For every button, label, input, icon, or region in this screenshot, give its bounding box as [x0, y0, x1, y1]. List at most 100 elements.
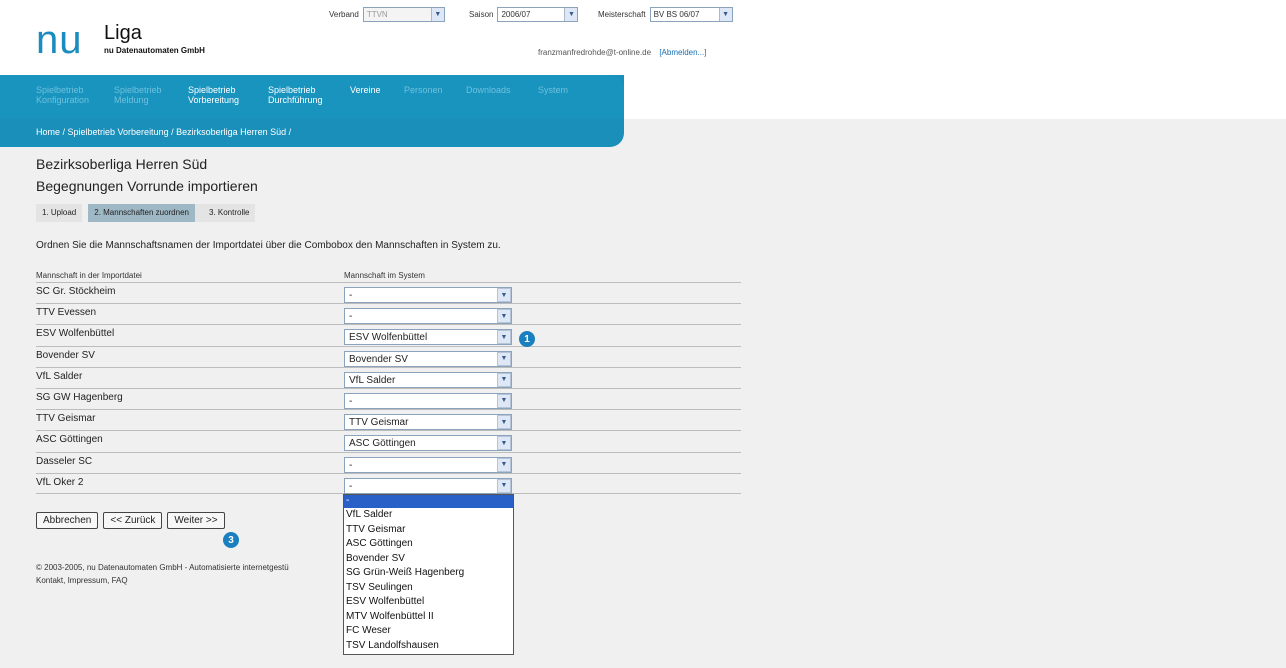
meisterschaft-label: Meisterschaft	[598, 10, 646, 19]
system-team-combobox[interactable]: Bovender SV ▼	[344, 350, 512, 367]
nav-label: Spielbetrieb	[188, 85, 236, 95]
system-team-combobox[interactable]: - ▼	[344, 308, 512, 325]
combobox-value: -	[349, 395, 353, 407]
chevron-down-icon[interactable]: ▼	[497, 372, 511, 387]
action-buttons: Abbrechen << Zurück Weiter >>	[36, 512, 225, 529]
import-team-name: SG GW Hagenberg	[36, 391, 123, 403]
saison-select[interactable]: 2006/07 ▼	[497, 7, 579, 22]
meisterschaft-value: BV BS 06/07	[653, 10, 700, 19]
mapping-table: SC Gr. Stöckheim - ▼ TTV Evessen - ▼ ESV W…	[36, 282, 741, 494]
chevron-down-icon[interactable]: ▼	[497, 288, 511, 302]
nav-label: Downloads	[466, 85, 511, 95]
instruction-text: Ordnen Sie die Mannschaftsnamen der Impo…	[36, 240, 501, 251]
table-row: VfL Oker 2 - ▼	[36, 472, 741, 494]
system-team-combobox[interactable]: - ▼	[344, 477, 512, 494]
nav-item-personen[interactable]: Personen	[404, 85, 443, 95]
combobox-value: ESV Wolfenbüttel	[349, 332, 428, 344]
chevron-down-icon[interactable]: ▼	[497, 351, 511, 366]
verband-select[interactable]: TTVN ▼	[362, 7, 445, 22]
logo-nu: nu	[36, 18, 83, 62]
system-team-combobox[interactable]: TTV Geismar ▼	[344, 414, 512, 431]
combobox-value: TTV Geismar	[349, 417, 409, 429]
dropdown-option[interactable]: MTV Wolfenbüttel II	[344, 610, 513, 625]
wizard-steps: 1. Upload 2. Mannschaften zuordnen 3. Ko…	[36, 204, 256, 222]
nav-item-vereine[interactable]: Vereine	[350, 85, 381, 95]
table-row: TTV Evessen - ▼	[36, 303, 741, 325]
step-mannschaften-zuordnen: 2. Mannschaften zuordnen	[88, 204, 204, 222]
nav-label: Durchführung	[268, 95, 323, 105]
dropdown-option[interactable]: SG Grün-Weiß Hagenberg	[344, 566, 513, 581]
nav-item-spielbetrieb-meldung[interactable]: Spielbetrieb Meldung	[114, 85, 162, 105]
system-team-combobox[interactable]: ASC Göttingen ▼	[344, 435, 512, 452]
page-title: Bezirksoberliga Herren Süd	[36, 156, 208, 172]
team-dropdown-list[interactable]: - VfL Salder TTV Geismar ASC Göttingen B…	[343, 494, 514, 655]
combobox-value: VfL Salder	[349, 374, 396, 386]
table-row: SC Gr. Stöckheim - ▼	[36, 282, 741, 303]
nav-item-spielbetrieb-konfiguration[interactable]: Spielbetrieb Konfiguration	[36, 85, 89, 105]
import-team-name: VfL Salder	[36, 370, 83, 382]
column-header-import: Mannschaft in der Importdatei	[36, 271, 142, 280]
back-button[interactable]: << Zurück	[103, 512, 163, 529]
chevron-down-icon[interactable]: ▼	[497, 436, 511, 451]
annotation-badge-1: 1	[519, 331, 535, 347]
chevron-down-icon[interactable]: ▼	[497, 415, 511, 430]
import-team-name: SC Gr. Stöckheim	[36, 286, 116, 297]
table-row: Dasseler SC - ▼	[36, 451, 741, 473]
cancel-button[interactable]: Abbrechen	[36, 512, 99, 529]
table-row: TTV Geismar TTV Geismar ▼	[36, 409, 741, 431]
dropdown-option[interactable]: -	[344, 495, 513, 508]
nav-label: Spielbetrieb	[114, 85, 162, 95]
chevron-down-icon[interactable]: ▼	[497, 330, 511, 345]
nav-label: Personen	[404, 85, 443, 95]
nav-item-downloads[interactable]: Downloads	[466, 85, 511, 95]
import-team-name: Bovender SV	[36, 349, 95, 361]
nav-item-spielbetrieb-vorbereitung[interactable]: Spielbetrieb Vorbereitung	[188, 85, 239, 105]
import-team-name: Dasseler SC	[36, 455, 93, 467]
dropdown-option[interactable]: VfL Salder	[344, 508, 513, 523]
nav-label: Konfiguration	[36, 95, 90, 105]
dropdown-option[interactable]: TTV Geismar	[344, 523, 513, 538]
verband-selector-group: Verband TTVN ▼	[329, 7, 445, 22]
system-team-combobox[interactable]: ESV Wolfenbüttel ▼	[344, 329, 512, 346]
logo-subtitle: nu Datenautomaten GmbH	[104, 46, 205, 55]
import-team-name: TTV Evessen	[36, 307, 97, 319]
table-row: ASC Göttingen ASC Göttingen ▼	[36, 430, 741, 452]
combobox-value: Bovender SV	[349, 353, 408, 365]
dropdown-option[interactable]: ESV Wolfenbüttel	[344, 595, 513, 610]
saison-selector-group: Saison 2006/07 ▼	[469, 7, 579, 22]
table-row: VfL Salder VfL Salder ▼	[36, 366, 741, 388]
dropdown-option[interactable]: ASC Göttingen	[344, 537, 513, 552]
import-team-name: ESV Wolfenbüttel	[36, 328, 115, 340]
chevron-down-icon[interactable]: ▼	[497, 309, 511, 324]
meisterschaft-select[interactable]: BV BS 06/07 ▼	[649, 7, 733, 22]
table-row: Bovender SV Bovender SV ▼	[36, 345, 741, 367]
nav-item-spielbetrieb-durchfuehrung[interactable]: Spielbetrieb Durchführung	[268, 85, 323, 105]
system-team-combobox[interactable]: - ▼	[344, 287, 512, 303]
system-team-combobox[interactable]: - ▼	[344, 456, 512, 473]
footer-links[interactable]: Kontakt, Impressum, FAQ	[36, 574, 289, 587]
nav-label: Spielbetrieb	[268, 85, 316, 95]
dropdown-option[interactable]: TSV Landolfshausen	[344, 639, 513, 654]
chevron-down-icon: ▼	[564, 8, 578, 21]
annotation-badge-3: 3	[223, 532, 239, 548]
saison-label: Saison	[469, 10, 494, 19]
dropdown-option[interactable]: FC Weser	[344, 624, 513, 639]
system-team-combobox[interactable]: VfL Salder ▼	[344, 371, 512, 388]
page-subtitle: Begegnungen Vorrunde importieren	[36, 178, 258, 194]
dropdown-option[interactable]: Bovender SV	[344, 552, 513, 567]
table-row: SG GW Hagenberg - ▼	[36, 387, 741, 409]
logout-link[interactable]: [Abmelden...]	[659, 48, 706, 57]
chevron-down-icon[interactable]: ▼	[497, 478, 511, 493]
nav-label: Meldung	[114, 95, 149, 105]
chevron-down-icon[interactable]: ▼	[497, 393, 511, 408]
breadcrumb[interactable]: Home / Spielbetrieb Vorbereitung / Bezir…	[36, 127, 291, 137]
dropdown-option[interactable]: TSV Seulingen	[344, 581, 513, 596]
column-header-system: Mannschaft im System	[344, 271, 425, 280]
user-email: franzmanfredrohde@t-online.de	[538, 48, 652, 57]
next-button[interactable]: Weiter >>	[167, 512, 225, 529]
chevron-down-icon[interactable]: ▼	[497, 457, 511, 472]
verband-value: TTVN	[366, 10, 388, 19]
system-team-combobox[interactable]: - ▼	[344, 392, 512, 409]
nav-label: Vorbereitung	[188, 95, 240, 105]
nav-item-system[interactable]: System	[538, 85, 568, 95]
